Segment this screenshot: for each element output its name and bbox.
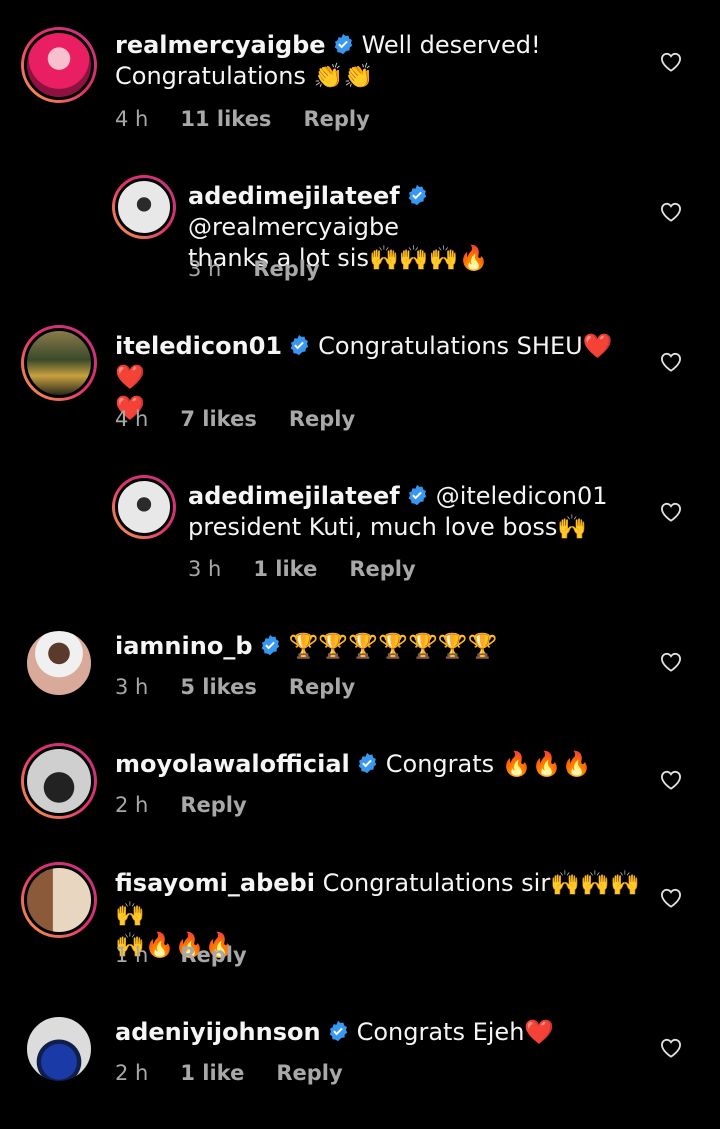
heart-icon[interactable]: [660, 1038, 682, 1058]
heart-icon[interactable]: [660, 652, 682, 672]
verified-badge-icon: [290, 334, 309, 356]
avatar[interactable]: [24, 628, 94, 698]
timestamp: 2 h: [115, 793, 149, 817]
verified-badge-icon: [261, 634, 279, 656]
comment-text: adeniyijohnson Congrats Ejeh❤️: [115, 1017, 640, 1048]
timestamp: 1 h: [115, 943, 149, 967]
username[interactable]: adedimejilateef: [188, 482, 400, 510]
avatar[interactable]: [24, 30, 94, 100]
avatar-ring[interactable]: [21, 1011, 97, 1087]
timestamp: 3 h: [188, 257, 222, 281]
avatar[interactable]: [24, 328, 94, 398]
avatar[interactable]: [115, 178, 173, 236]
heart-icon[interactable]: [660, 352, 682, 372]
avatar-ring[interactable]: [112, 175, 176, 239]
timestamp: 4 h: [115, 407, 149, 431]
likes-count[interactable]: 11 likes: [180, 107, 271, 131]
comment-body: Well deserved!: [361, 31, 541, 59]
likes-count[interactable]: 1 like: [180, 1061, 244, 1085]
username[interactable]: iamnino_b: [115, 632, 253, 660]
mention-link[interactable]: @realmercyaigbe: [188, 213, 399, 241]
timestamp: 3 h: [188, 557, 222, 581]
comment-text: realmercyaigbe Well deserved! Congratulat…: [115, 30, 635, 92]
heart-icon[interactable]: [660, 202, 682, 222]
comment-body: Congrats 🔥🔥🔥: [385, 750, 592, 778]
username[interactable]: adeniyijohnson: [115, 1018, 321, 1046]
avatar[interactable]: [24, 1014, 94, 1084]
comment-meta: 4 h 7 likes Reply: [115, 407, 387, 431]
heart-icon[interactable]: [660, 888, 682, 908]
comment-meta: 3 h 5 likes Reply: [115, 675, 387, 699]
username[interactable]: realmercyaigbe: [115, 31, 326, 59]
reply-button[interactable]: Reply: [349, 557, 415, 581]
reply-button[interactable]: Reply: [253, 257, 319, 281]
verified-badge-icon: [334, 33, 352, 55]
timestamp: 4 h: [115, 107, 149, 131]
username[interactable]: iteledicon01: [115, 332, 282, 360]
verified-badge-icon: [358, 752, 377, 774]
username[interactable]: adedimejilateef: [188, 182, 400, 210]
comment-meta: 3 h 1 like Reply: [188, 557, 448, 581]
avatar-ring[interactable]: [21, 625, 97, 701]
verified-badge-icon: [329, 1020, 347, 1042]
comment-body: president Kuti, much love boss🙌: [188, 513, 588, 541]
comment-body: 🏆🏆🏆🏆🏆🏆🏆: [288, 632, 498, 660]
reply-button[interactable]: Reply: [180, 943, 246, 967]
avatar-ring[interactable]: [21, 743, 97, 819]
avatar[interactable]: [24, 865, 94, 935]
comment-meta: 4 h 11 likes Reply: [115, 107, 402, 131]
avatar-ring[interactable]: [112, 475, 176, 539]
verified-badge-icon: [408, 184, 426, 206]
avatar[interactable]: [115, 478, 173, 536]
username[interactable]: moyolawalofficial: [115, 750, 350, 778]
reply-button[interactable]: Reply: [289, 407, 355, 431]
reply-button[interactable]: Reply: [276, 1061, 342, 1085]
comment-body-line2: Congratulations 👏👏: [115, 62, 374, 90]
reply-button[interactable]: Reply: [289, 675, 355, 699]
reply-button[interactable]: Reply: [180, 793, 246, 817]
verified-badge-icon: [408, 484, 426, 506]
comment-meta: 2 h Reply: [115, 793, 279, 817]
comment-text: moyolawalofficial Congrats 🔥🔥🔥: [115, 749, 640, 780]
timestamp: 2 h: [115, 1061, 149, 1085]
comment-text: iamnino_b 🏆🏆🏆🏆🏆🏆🏆: [115, 631, 640, 662]
avatar-ring[interactable]: [21, 27, 97, 103]
likes-count[interactable]: 5 likes: [180, 675, 256, 699]
heart-icon[interactable]: [660, 52, 682, 72]
comment-meta: 1 h Reply: [115, 943, 279, 967]
heart-icon[interactable]: [660, 770, 682, 790]
likes-count[interactable]: 1 like: [253, 557, 317, 581]
heart-icon[interactable]: [660, 502, 682, 522]
comment-body: Congrats Ejeh❤️: [356, 1018, 555, 1046]
timestamp: 3 h: [115, 675, 149, 699]
avatar-ring[interactable]: [21, 325, 97, 401]
comment-meta: 3 h Reply: [188, 257, 352, 281]
likes-count[interactable]: 7 likes: [180, 407, 256, 431]
comment-text: adedimejilateef @iteledicon01 president K…: [188, 481, 638, 543]
username[interactable]: fisayomi_abebi: [115, 869, 315, 897]
avatar[interactable]: [24, 746, 94, 816]
comment-meta: 2 h 1 like Reply: [115, 1061, 375, 1085]
avatar-ring[interactable]: [21, 862, 97, 938]
mention-link[interactable]: @iteledicon01: [436, 482, 608, 510]
reply-button[interactable]: Reply: [303, 107, 369, 131]
